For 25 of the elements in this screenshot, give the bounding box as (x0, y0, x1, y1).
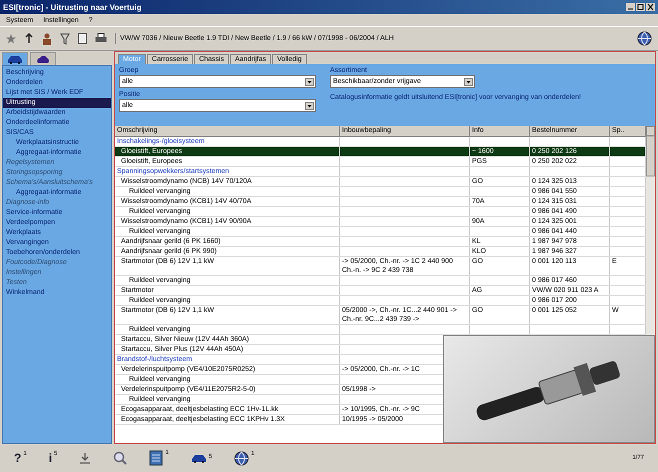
globe-icon (234, 450, 250, 466)
printer-icon[interactable] (95, 33, 107, 44)
cloud-icon (36, 54, 50, 64)
caret-icon (464, 78, 473, 86)
caret-icon (305, 78, 314, 86)
maximize-icon[interactable] (636, 3, 645, 11)
document-icon[interactable] (78, 33, 87, 44)
upload-icon[interactable] (24, 32, 34, 44)
caret-icon (305, 102, 314, 110)
globe-icon[interactable] (637, 31, 652, 46)
car-icon (190, 454, 207, 462)
star-icon[interactable] (6, 34, 16, 44)
toolbar-button[interactable] (113, 451, 128, 465)
minimize-icon[interactable] (626, 3, 635, 11)
close-icon[interactable] (646, 3, 655, 11)
filter-icon[interactable] (60, 32, 70, 44)
search-icon (113, 451, 128, 465)
download-icon (79, 452, 92, 464)
toolbar-button[interactable] (79, 452, 92, 464)
document-icon (149, 450, 164, 466)
car-icon (7, 54, 23, 64)
window-title: ESI[tronic] - Uitrusting naar Voertuig (3, 2, 142, 12)
sidebar-tab[interactable] (30, 52, 56, 65)
sidebar-tab[interactable] (2, 52, 28, 65)
person-icon[interactable] (42, 32, 52, 44)
